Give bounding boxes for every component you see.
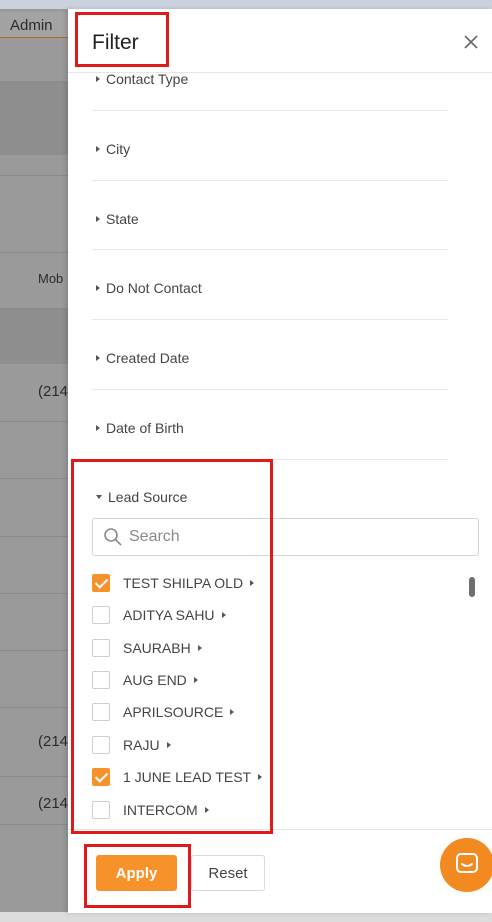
option-label: TEST SHILPA OLD xyxy=(123,575,244,591)
chat-icon xyxy=(456,853,478,873)
drawer-footer: Apply Reset xyxy=(68,829,492,913)
drawer-header: Filter xyxy=(68,9,492,73)
bottom-strip xyxy=(0,912,492,922)
divider xyxy=(0,478,68,479)
divider xyxy=(0,175,68,176)
section-toggle-do-not-contact[interactable]: Do Not Contact xyxy=(96,280,202,296)
phone-cell: (214 xyxy=(38,733,69,750)
close-icon[interactable] xyxy=(462,33,480,51)
checkbox-checked[interactable] xyxy=(92,768,110,786)
caret-right-icon[interactable] xyxy=(221,612,226,618)
section-label: City xyxy=(106,141,131,157)
section-toggle-date-of-birth[interactable]: Date of Birth xyxy=(96,420,184,436)
caret-right-icon[interactable] xyxy=(197,645,202,651)
divider xyxy=(0,421,68,422)
checkbox[interactable] xyxy=(92,606,110,624)
checkbox[interactable] xyxy=(92,639,110,657)
section-toggle-city[interactable]: City xyxy=(96,141,130,157)
option-aprilsource[interactable]: APRILSOURCE xyxy=(92,700,235,724)
option-aug-end[interactable]: AUG END xyxy=(92,668,198,692)
section-city: City xyxy=(92,111,448,181)
option-label: RAJU xyxy=(123,737,160,753)
caret-right-icon xyxy=(96,285,100,291)
section-toggle-state[interactable]: State xyxy=(96,211,139,227)
apply-button[interactable]: Apply xyxy=(96,855,177,891)
section-label: Lead Source xyxy=(108,489,188,505)
admin-label: Admin xyxy=(10,17,53,34)
option-label: APRILSOURCE xyxy=(123,704,224,720)
option-intercom[interactable]: INTERCOM xyxy=(92,798,209,822)
admin-tab: Admin xyxy=(0,12,68,38)
caret-right-icon xyxy=(96,425,100,431)
caret-right-icon[interactable] xyxy=(193,677,198,683)
column-header: Mob xyxy=(38,271,64,286)
divider xyxy=(0,824,68,825)
filter-drawer: Filter Contact Type City State Do Not Co… xyxy=(68,9,492,913)
option-saurabh[interactable]: SAURABH xyxy=(92,636,202,660)
caret-right-icon xyxy=(96,76,100,82)
caret-down-icon xyxy=(96,495,102,499)
section-contact-type: Contact Type xyxy=(92,73,448,111)
reset-button[interactable]: Reset xyxy=(191,855,265,891)
caret-right-icon xyxy=(96,146,100,152)
section-label: Created Date xyxy=(106,350,190,366)
search-input[interactable] xyxy=(129,519,469,555)
caret-right-icon[interactable] xyxy=(166,742,171,748)
option-1-june-lead-test[interactable]: 1 JUNE LEAD TEST xyxy=(92,765,263,789)
caret-right-icon xyxy=(96,355,100,361)
phone-cell: (214 xyxy=(38,383,69,400)
caret-right-icon[interactable] xyxy=(230,709,235,715)
section-state: State xyxy=(92,181,448,250)
section-toggle-contact-type[interactable]: Contact Type xyxy=(96,73,188,87)
checkbox[interactable] xyxy=(92,671,110,689)
section-label: Date of Birth xyxy=(106,420,184,436)
option-label: 1 JUNE LEAD TEST xyxy=(123,769,252,785)
section-label: Do Not Contact xyxy=(106,280,202,296)
options-scrollbar[interactable] xyxy=(469,577,475,597)
section-label: Contact Type xyxy=(106,73,189,87)
option-test-shilpa-old[interactable]: TEST SHILPA OLD xyxy=(92,571,255,595)
drawer-title: Filter xyxy=(92,31,139,54)
toolbar-area xyxy=(0,82,68,155)
row-stripe xyxy=(0,309,68,364)
option-label: INTERCOM xyxy=(123,802,198,818)
caret-right-icon xyxy=(96,216,100,222)
option-aditya-sahu[interactable]: ADITYA SAHU xyxy=(92,603,226,627)
divider xyxy=(0,650,68,651)
divider xyxy=(0,776,68,777)
browser-strip xyxy=(0,0,492,9)
filter-body: Contact Type City State Do Not Contact C… xyxy=(68,73,492,828)
checkbox-checked[interactable] xyxy=(92,574,110,592)
divider xyxy=(0,252,68,253)
checkbox[interactable] xyxy=(92,703,110,721)
caret-right-icon[interactable] xyxy=(204,807,209,813)
section-created-date: Created Date xyxy=(92,320,448,390)
section-label: State xyxy=(106,211,139,227)
section-toggle-lead-source[interactable]: Lead Source xyxy=(96,489,187,505)
section-date-of-birth: Date of Birth xyxy=(92,390,448,460)
section-toggle-created-date[interactable]: Created Date xyxy=(96,350,189,366)
divider xyxy=(0,593,68,594)
search-icon xyxy=(104,528,122,546)
phone-cell: (214 xyxy=(38,795,69,812)
option-label: SAURABH xyxy=(123,640,191,656)
section-do-not-contact: Do Not Contact xyxy=(92,250,448,320)
divider xyxy=(0,536,68,537)
divider xyxy=(0,707,68,708)
caret-right-icon[interactable] xyxy=(250,580,255,586)
checkbox[interactable] xyxy=(92,801,110,819)
option-label: ADITYA SAHU xyxy=(123,607,215,623)
lead-source-search xyxy=(92,518,479,556)
option-raju[interactable]: RAJU xyxy=(92,733,171,757)
option-label: AUG END xyxy=(123,672,187,688)
checkbox[interactable] xyxy=(92,736,110,754)
chat-launcher-button[interactable] xyxy=(440,838,492,892)
caret-right-icon[interactable] xyxy=(258,774,263,780)
